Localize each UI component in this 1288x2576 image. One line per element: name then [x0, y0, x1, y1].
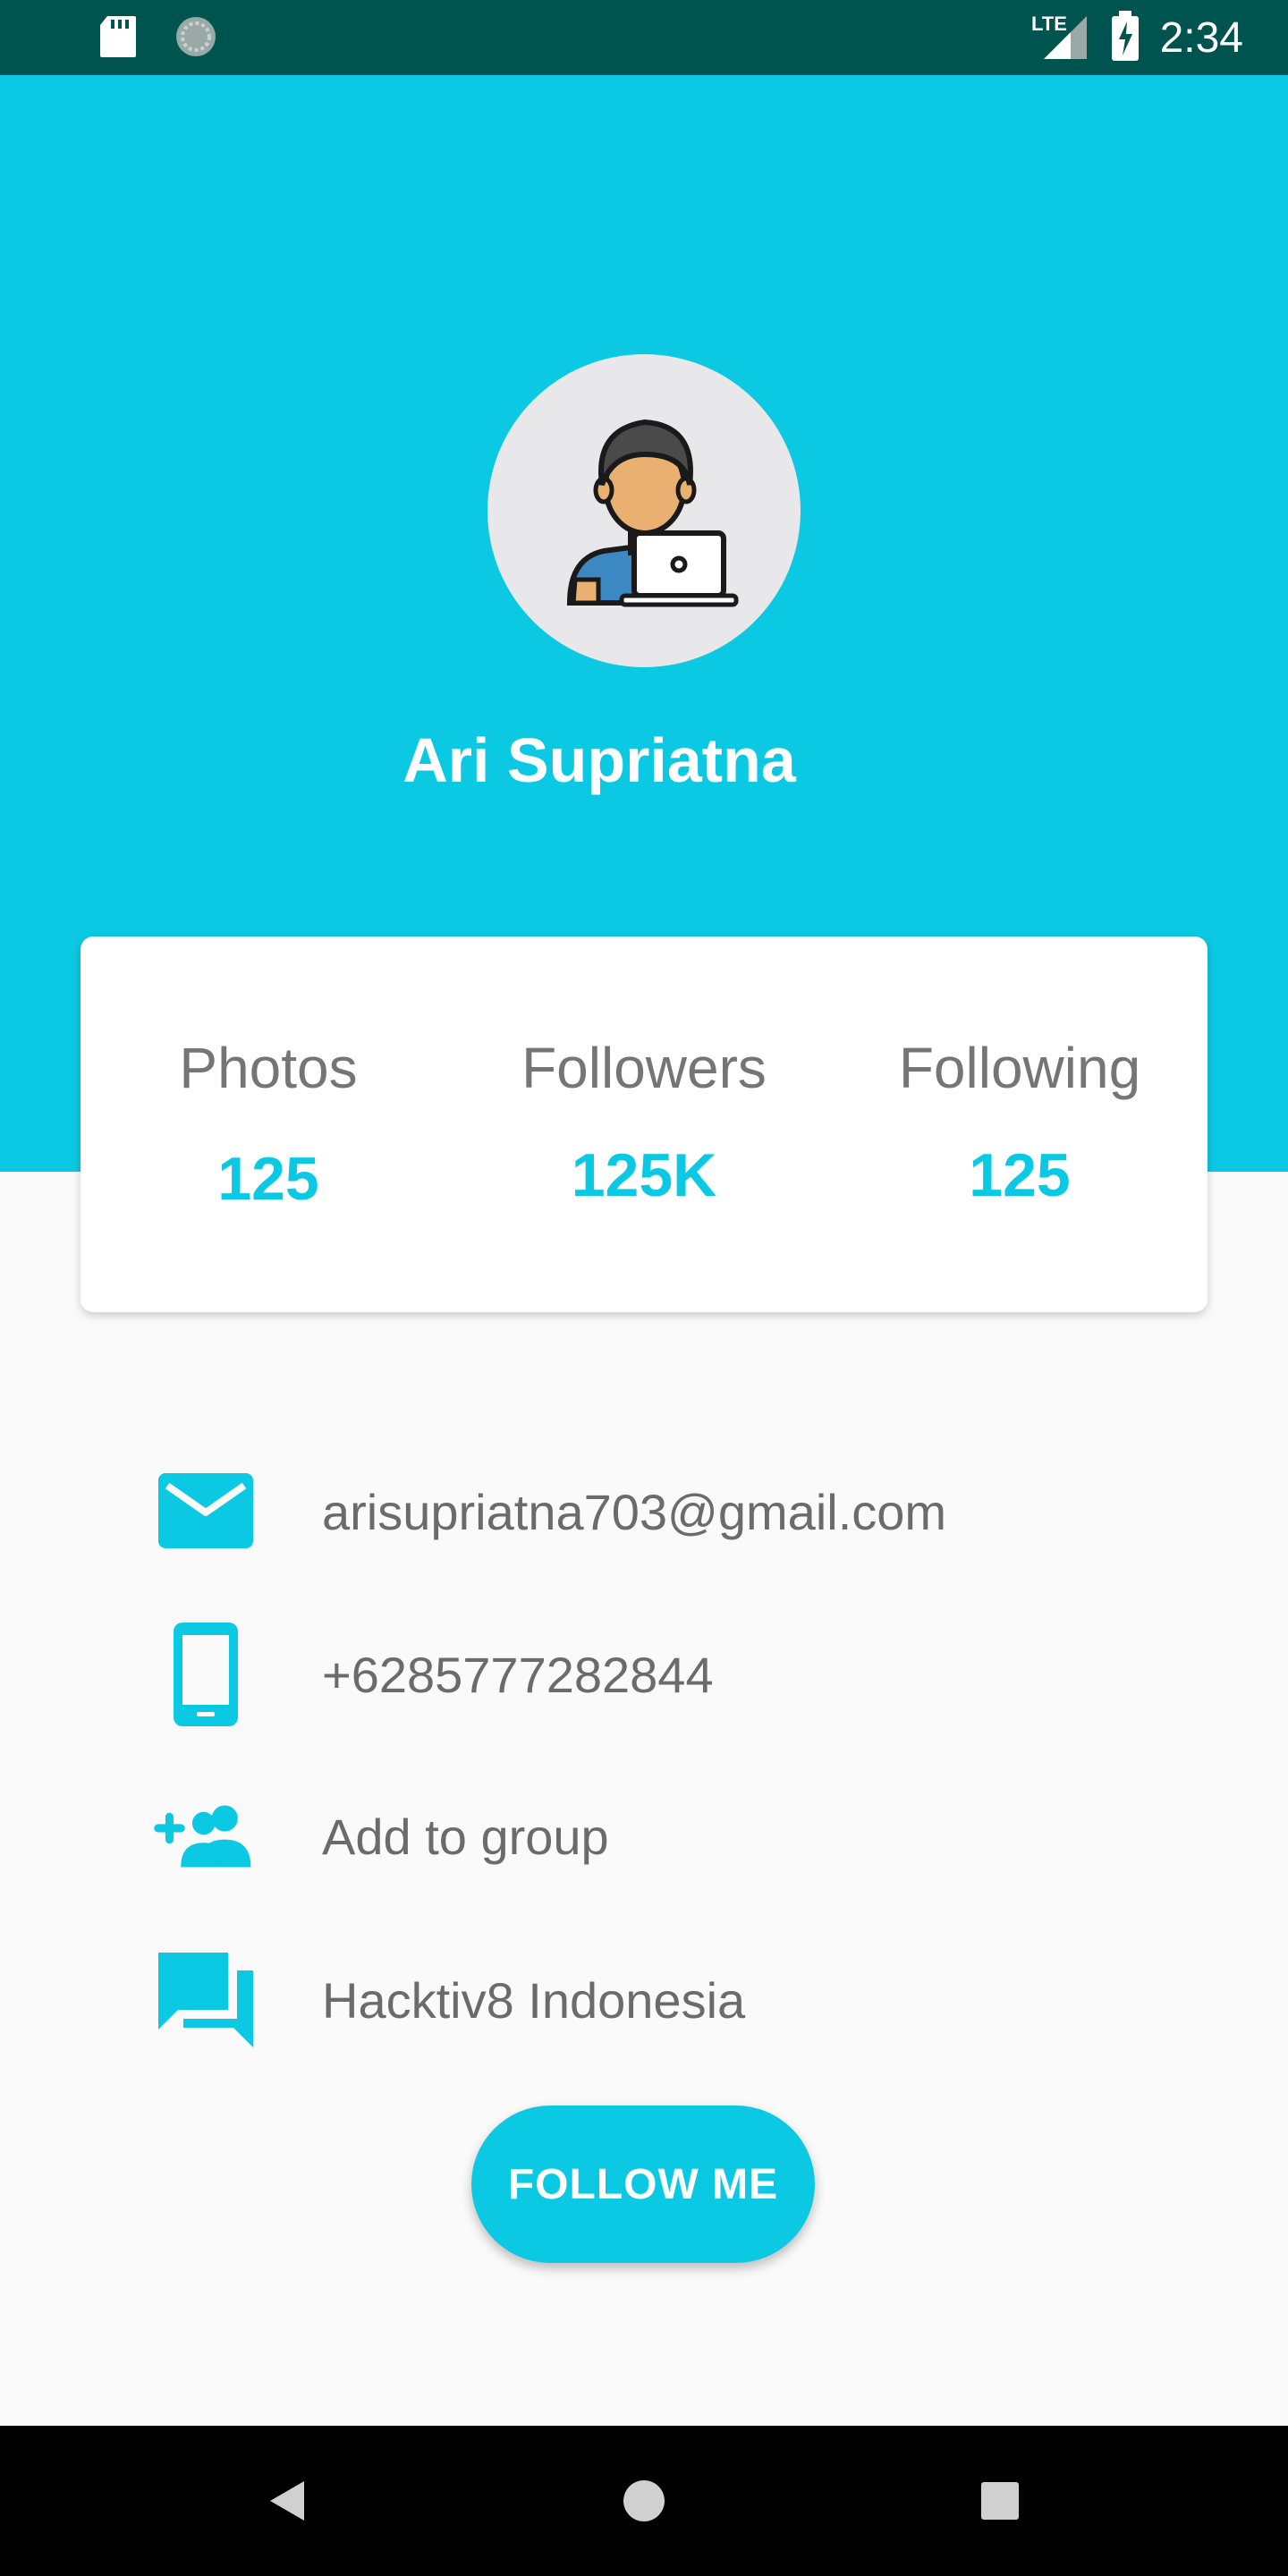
home-icon[interactable]	[555, 2426, 733, 2576]
stat-photos[interactable]: Photos 125	[80, 936, 456, 1312]
stat-followers[interactable]: Followers 125K	[456, 936, 832, 1312]
stat-label: Following	[898, 1036, 1141, 1100]
person-with-laptop-icon	[566, 419, 739, 607]
profile-name: Ari Supriatna	[402, 725, 796, 795]
sync-icon	[174, 14, 218, 64]
smartphone-icon	[152, 1621, 259, 1728]
stat-following[interactable]: Following 125	[832, 936, 1208, 1312]
add-group-icon	[147, 1783, 254, 1890]
stats-card: Photos 125 Followers 125K Following 125	[80, 936, 1208, 1312]
stat-value: 125K	[571, 1141, 717, 1209]
info-row-phone[interactable]: +6285777282844	[152, 1621, 1136, 1728]
stat-label: Photos	[179, 1036, 358, 1100]
battery-charging-icon	[1110, 11, 1140, 65]
stat-value: 125	[217, 1145, 319, 1213]
sd-card-icon	[98, 14, 138, 64]
company-text: Hacktiv8 Indonesia	[322, 1971, 746, 2029]
recents-icon[interactable]	[911, 2426, 1089, 2576]
add-group-text: Add to group	[322, 1808, 609, 1865]
follow-me-button[interactable]: FOLLOW ME	[471, 2106, 815, 2263]
status-time: 2:34	[1159, 13, 1243, 62]
info-row-email[interactable]: arisupriatna703@gmail.com	[152, 1458, 1136, 1565]
signal-icon: LTE	[1031, 9, 1090, 67]
avatar[interactable]	[487, 354, 801, 667]
stat-value: 125	[969, 1141, 1071, 1209]
navigation-bar	[0, 2426, 1288, 2576]
stat-label: Followers	[521, 1036, 767, 1100]
email-text: arisupriatna703@gmail.com	[322, 1483, 947, 1540]
back-icon[interactable]	[197, 2426, 376, 2576]
phone-text: +6285777282844	[322, 1646, 714, 1703]
info-row-add-group[interactable]: Add to group	[152, 1783, 1136, 1890]
svg-text:LTE: LTE	[1031, 13, 1067, 35]
status-bar: LTE 2:34	[0, 0, 1288, 75]
chat-icon	[152, 1946, 259, 2054]
email-icon	[152, 1458, 259, 1565]
info-row-company[interactable]: Hacktiv8 Indonesia	[152, 1946, 1136, 2054]
